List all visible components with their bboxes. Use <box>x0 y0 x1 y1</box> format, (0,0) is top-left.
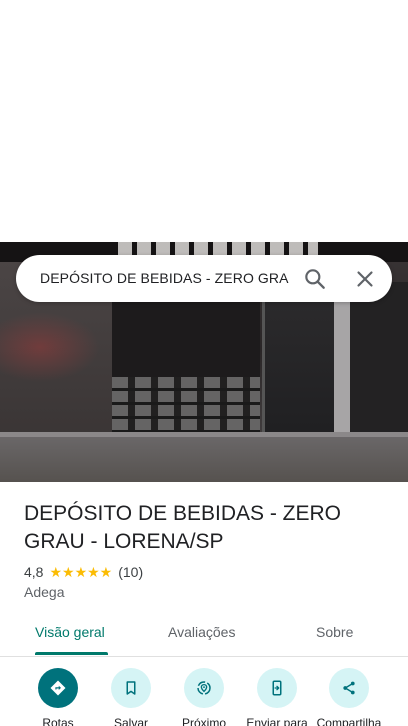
nearby-label: Próximo <box>181 716 226 726</box>
tab-overview[interactable]: Visão geral <box>35 624 105 640</box>
search-input[interactable]: DEPÓSITO DE BEBIDAS - ZERO GRA <box>40 255 302 302</box>
nearby-button[interactable]: Próximo <box>164 668 244 726</box>
sidewalk <box>0 437 408 482</box>
share-icon <box>329 668 369 708</box>
search-icon[interactable] <box>302 266 328 292</box>
directions-icon <box>38 668 78 708</box>
storefront-reflection <box>0 312 100 382</box>
map-blank-area <box>0 0 408 242</box>
send-to-phone-icon <box>257 668 297 708</box>
send-to-phone-button[interactable]: Enviar para <box>237 668 317 726</box>
place-title: DEPÓSITO DE BEBIDAS - ZERO GRAU - LORENA… <box>24 502 342 553</box>
search-bar[interactable]: DEPÓSITO DE BEBIDAS - ZERO GRA <box>16 255 392 302</box>
tab-about[interactable]: Sobre <box>316 624 353 640</box>
save-button[interactable]: Salvar <box>91 668 171 726</box>
bookmark-icon <box>111 668 151 708</box>
rating-row[interactable]: 4,8 ★★★★★ (10) <box>24 563 143 581</box>
close-icon[interactable] <box>352 266 378 292</box>
storefront-glass <box>350 282 408 442</box>
directions-label: Rotas <box>42 716 74 726</box>
storefront-window <box>262 302 337 432</box>
place-tabs: Visão geral Avaliações Sobre <box>0 612 408 657</box>
review-count[interactable]: (10) <box>118 564 143 580</box>
share-label: Compartilha <box>316 716 382 726</box>
tab-reviews[interactable]: Avaliações <box>168 624 235 640</box>
directions-button[interactable]: Rotas <box>18 668 98 726</box>
rating-value: 4,8 <box>24 564 44 580</box>
save-label: Salvar <box>113 716 148 726</box>
star-rating-icon: ★★★★★ <box>49 563 113 580</box>
nearby-icon <box>184 668 224 708</box>
active-tab-indicator <box>35 652 108 655</box>
share-button[interactable]: Compartilha <box>309 668 389 726</box>
send-to-phone-label: Enviar para <box>246 716 308 726</box>
beverage-shelf-rows <box>112 377 260 437</box>
storefront-sign-lettering <box>118 242 318 256</box>
action-buttons: Rotas Salvar Próximo Enviar para Compart… <box>0 668 408 726</box>
storefront-pillar <box>334 282 350 442</box>
place-category: Adega <box>24 584 65 600</box>
